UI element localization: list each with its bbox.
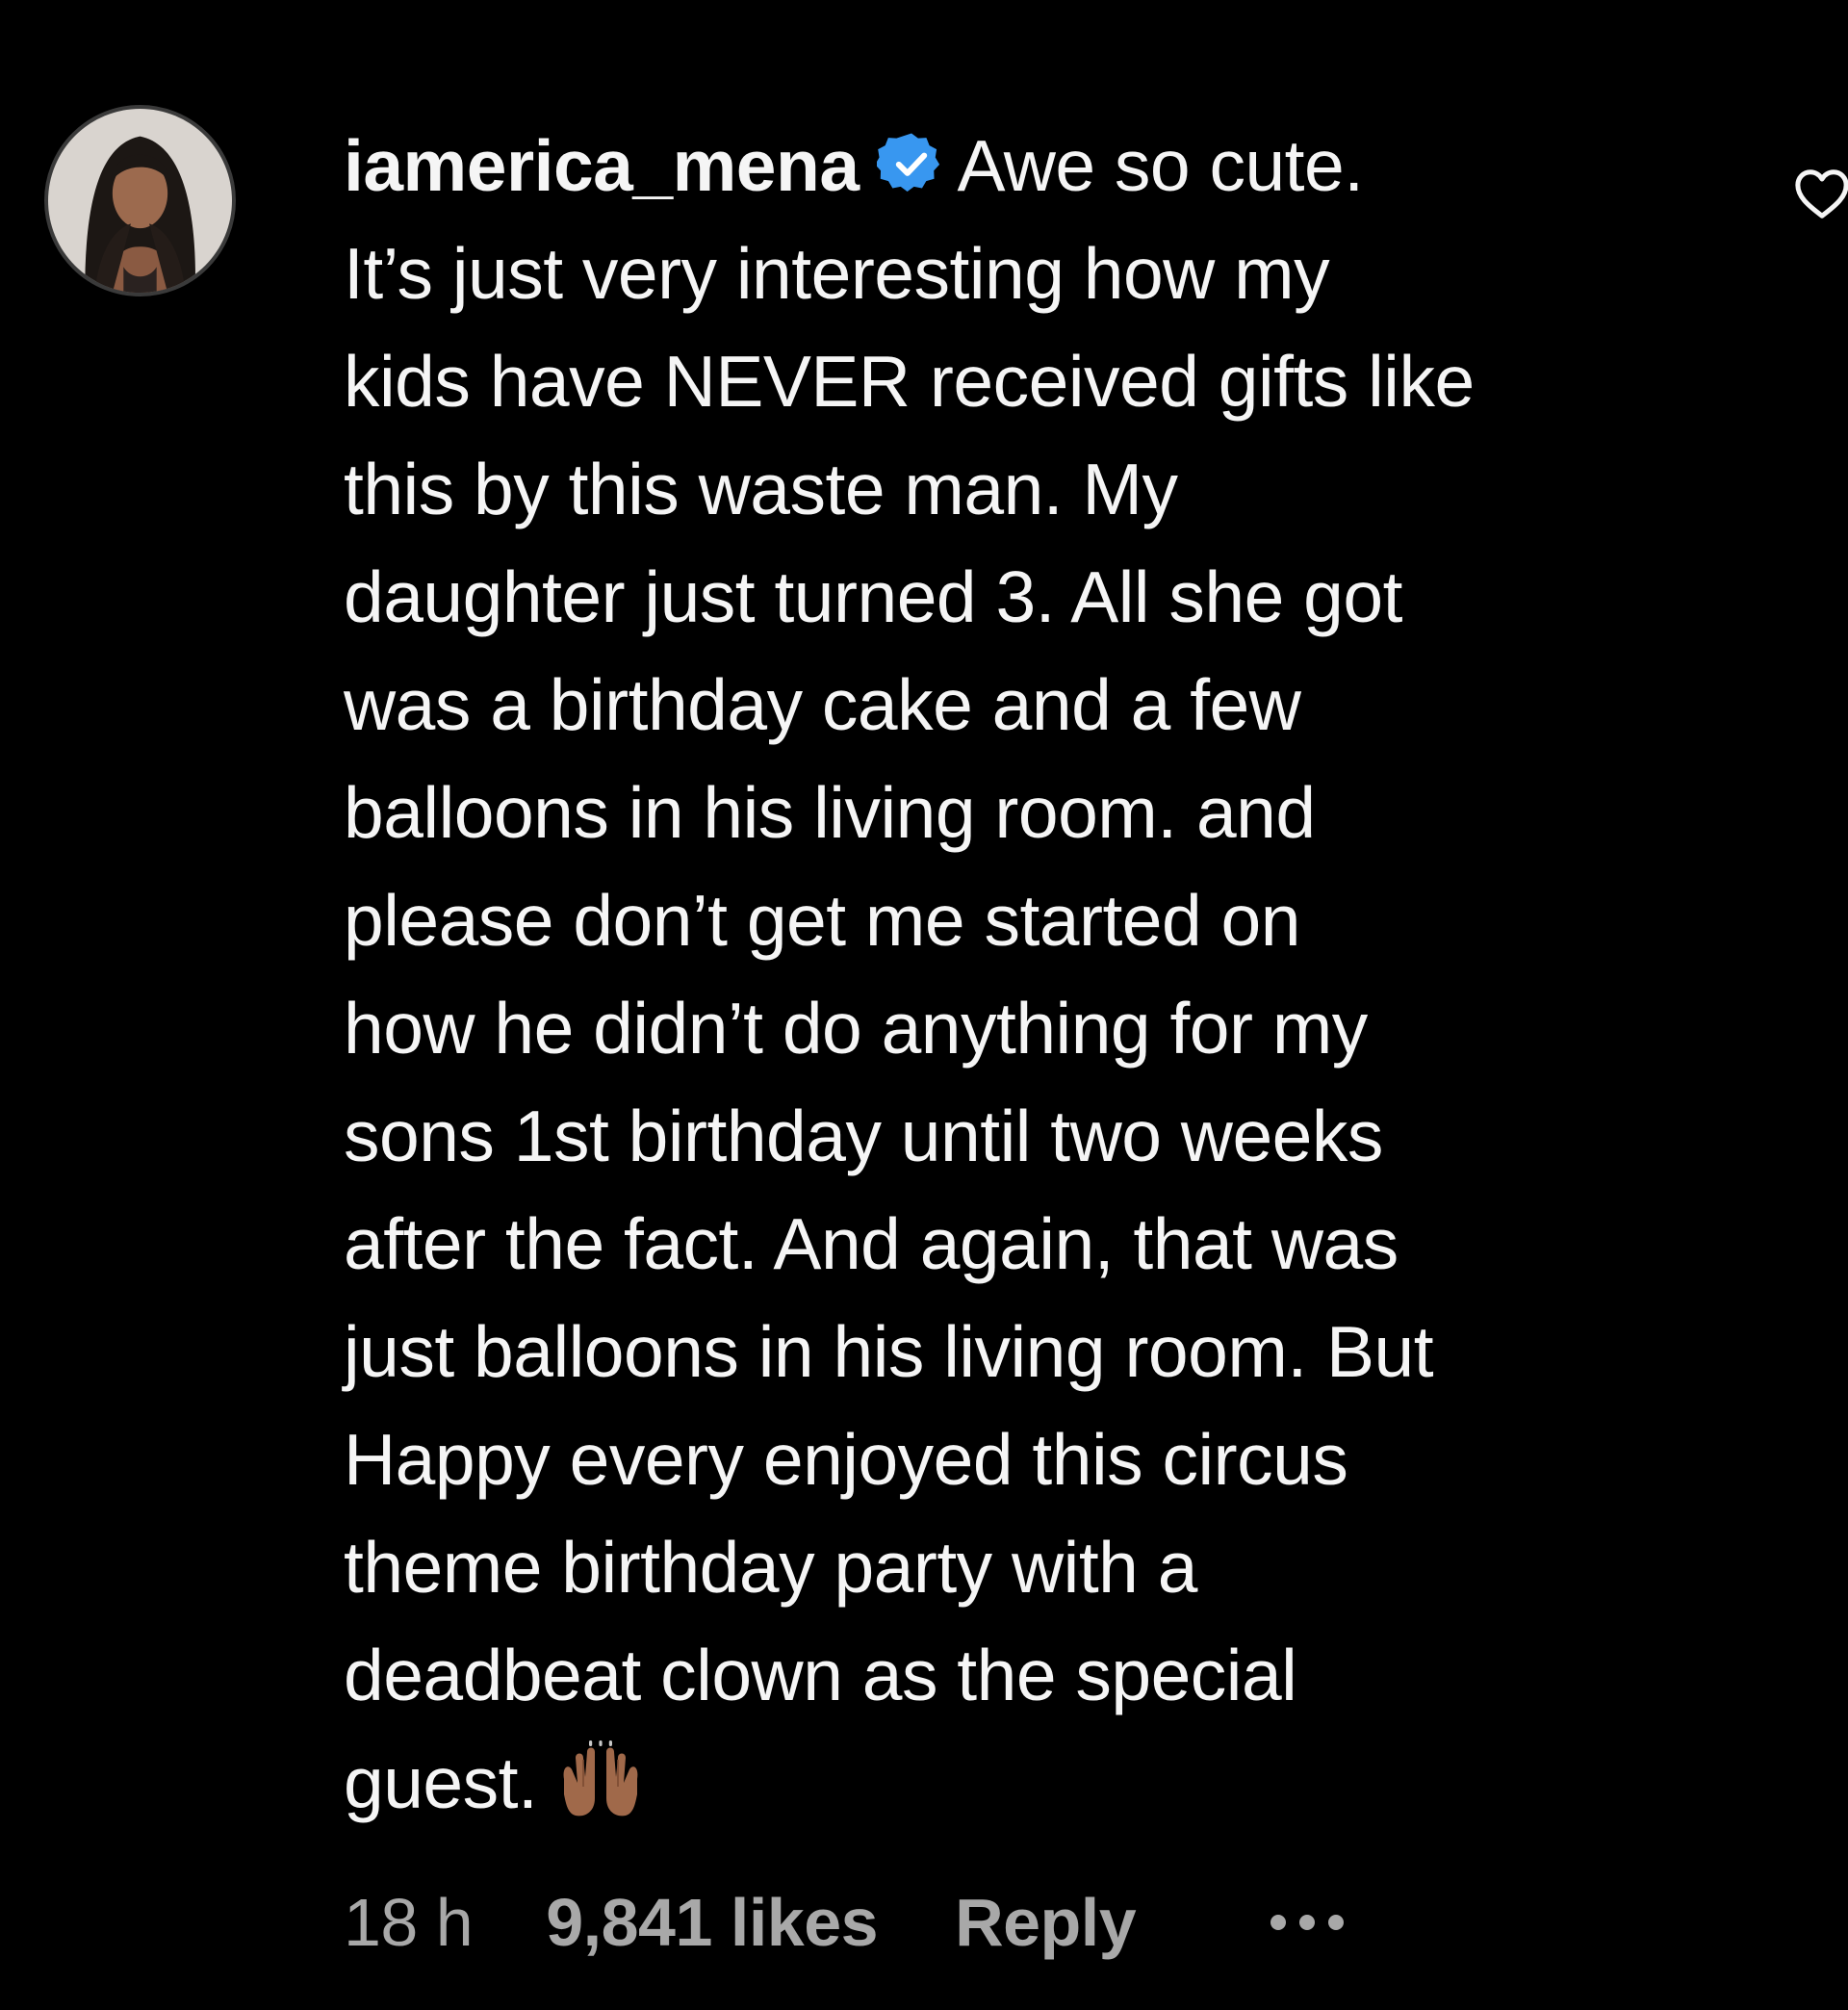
comment-last-line: guest. xyxy=(344,1729,1730,1837)
comment-line: after the fact. And again, that was xyxy=(344,1203,1399,1284)
more-dot xyxy=(1270,1915,1287,1930)
comment-line: how he didn’t do anything for my xyxy=(344,988,1368,1069)
avatar-image xyxy=(48,109,232,293)
likes-count[interactable]: 9,841 likes xyxy=(546,1884,878,1961)
comment-text-start: Awe so cute. xyxy=(957,125,1365,206)
more-dot xyxy=(1328,1915,1345,1930)
comment-line: deadbeat clown as the special xyxy=(344,1635,1297,1715)
comment-body: iamerica_mena Awe so cute. It’s just very… xyxy=(344,112,1730,1837)
comment-text-end: guest. xyxy=(344,1742,538,1823)
comment-line: theme birthday party with a xyxy=(344,1527,1197,1608)
comment-line: was a birthday cake and a few xyxy=(344,664,1301,745)
comment-line: this by this waste man. My xyxy=(344,449,1178,529)
comment-line: please don’t get me started on xyxy=(344,880,1300,961)
comment-line: daughter just turned 3. All she got xyxy=(344,556,1402,637)
comment-timestamp[interactable]: 18 h xyxy=(344,1884,474,1961)
comment-line: balloons in his living room. and xyxy=(344,772,1316,853)
avatar[interactable] xyxy=(44,105,236,296)
comment-first-line: iamerica_mena Awe so cute. xyxy=(344,112,1730,219)
comment-line: sons 1st birthday until two weeks xyxy=(344,1095,1383,1176)
comment-line: It’s just very interesting how my xyxy=(344,233,1330,314)
raising-hands-emoji-icon xyxy=(556,1740,645,1821)
comment-line: Happy every enjoyed this circus xyxy=(344,1419,1348,1500)
username-link[interactable]: iamerica_mena xyxy=(344,125,860,206)
more-dot xyxy=(1299,1915,1316,1930)
more-options-icon[interactable] xyxy=(1270,1908,1345,1937)
comment: iamerica_mena Awe so cute. It’s just very… xyxy=(0,0,1848,2010)
reply-button[interactable]: Reply xyxy=(955,1884,1137,1961)
like-button[interactable] xyxy=(1792,166,1848,221)
comment-line: just balloons in his living room. But xyxy=(344,1311,1434,1392)
comment-meta: 18 h 9,841 likes Reply xyxy=(344,1879,1345,1966)
heart-outline-icon xyxy=(1795,169,1848,219)
comment-line: kids have NEVER received gifts like xyxy=(344,341,1475,422)
verified-badge-icon xyxy=(876,129,946,198)
